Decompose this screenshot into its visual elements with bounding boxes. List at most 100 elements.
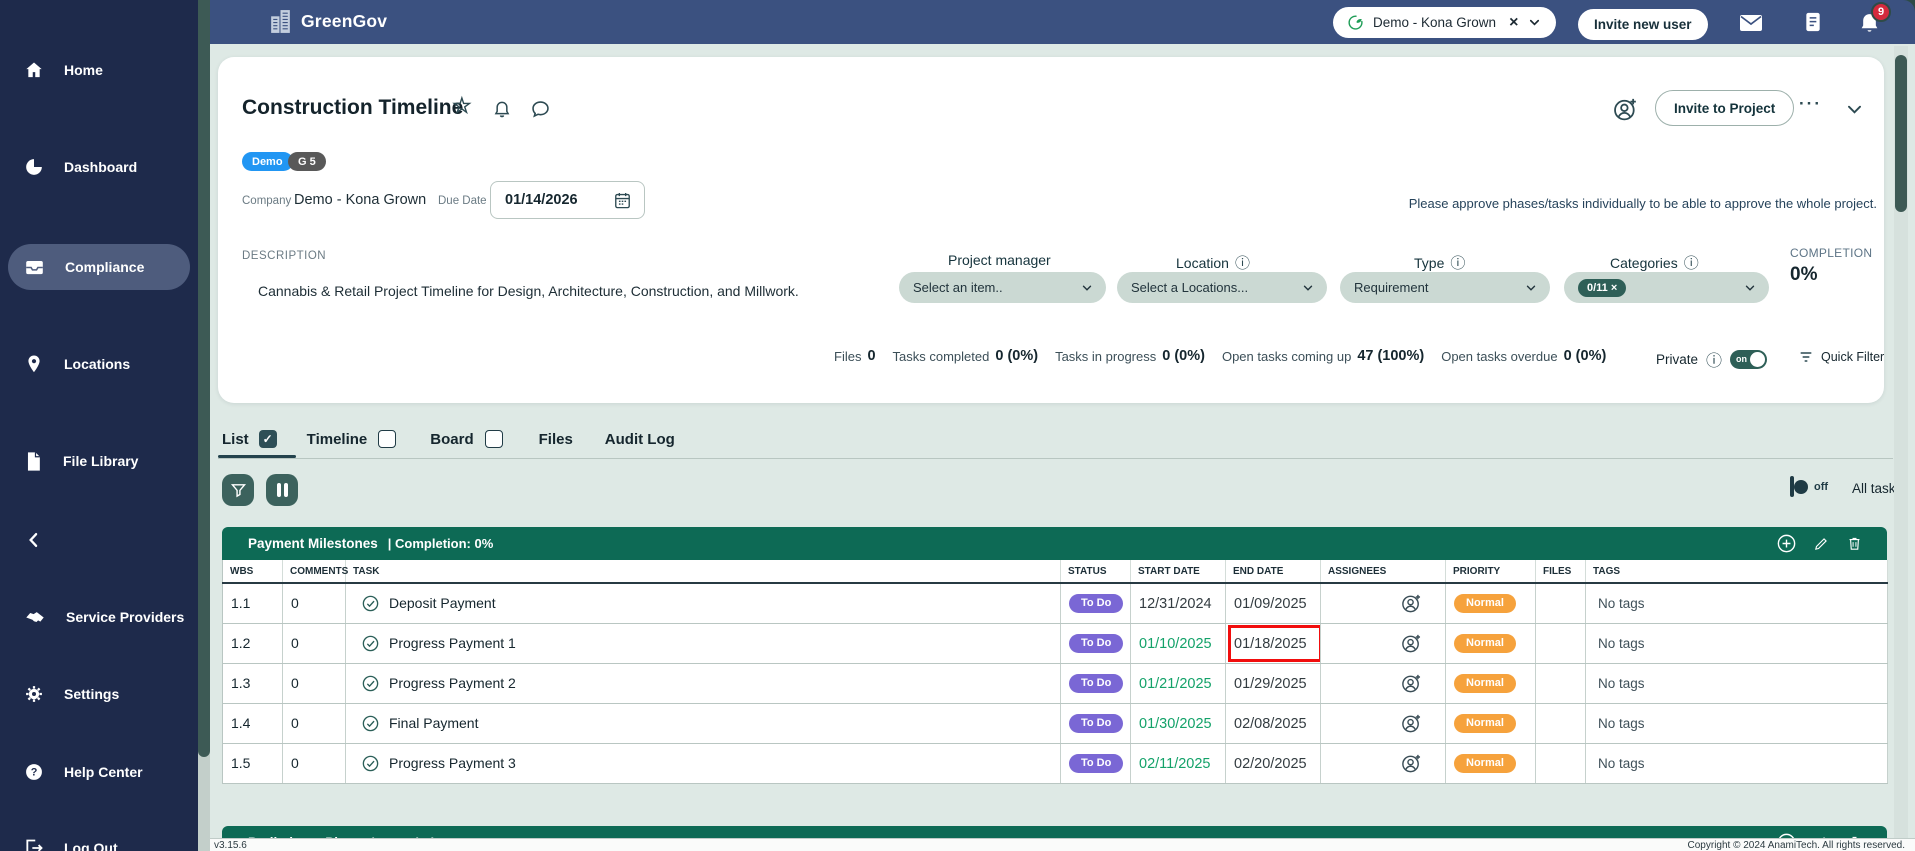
invite-new-user-button[interactable]: Invite new user — [1578, 9, 1708, 40]
task-label[interactable]: Deposit Payment — [389, 595, 496, 611]
subscribe-bell-icon[interactable] — [492, 99, 512, 119]
tab-board[interactable]: Board — [430, 431, 473, 448]
filter-button[interactable] — [222, 474, 254, 506]
start-date-cell[interactable]: 01/10/2025 — [1131, 623, 1226, 663]
tab-timeline-checkbox[interactable] — [378, 430, 396, 448]
notification-count-badge[interactable]: 9 — [1871, 2, 1891, 22]
notes-icon[interactable] — [1803, 11, 1823, 33]
mail-icon[interactable] — [1739, 12, 1763, 32]
due-date-value: 01/14/2026 — [505, 192, 578, 208]
sidebar-item-home[interactable]: Home — [0, 50, 198, 90]
priority-badge[interactable]: Normal — [1454, 594, 1516, 613]
columns-button[interactable] — [266, 474, 298, 506]
end-date-cell[interactable]: 01/18/2025 — [1226, 623, 1321, 663]
type-label: Typeⓘ — [1414, 252, 1465, 273]
status-badge[interactable]: To Do — [1069, 674, 1123, 693]
task-label[interactable]: Progress Payment 2 — [389, 675, 516, 691]
tab-list-checkbox[interactable]: ✓ — [259, 430, 277, 448]
end-date-cell[interactable]: 01/29/2025 — [1226, 663, 1321, 703]
sidebar-item-log-out[interactable]: Log Out — [0, 828, 198, 851]
col-tags: TAGS — [1586, 560, 1888, 583]
assignees-cell — [1321, 583, 1446, 623]
add-assignee-icon[interactable] — [1400, 752, 1423, 775]
add-task-icon[interactable] — [1776, 533, 1797, 554]
end-date-cell[interactable]: 02/20/2025 — [1226, 743, 1321, 783]
tab-audit-log[interactable]: Audit Log — [605, 431, 675, 448]
sidebar-item-help-center[interactable]: ? Help Center — [0, 752, 198, 792]
status-badge[interactable]: To Do — [1069, 634, 1123, 653]
favorite-star-icon[interactable]: ☆ — [452, 95, 472, 117]
sidebar-collapse-button[interactable] — [0, 520, 198, 560]
tab-files[interactable]: Files — [539, 431, 573, 448]
tab-list[interactable]: List — [222, 431, 249, 448]
calendar-icon[interactable] — [613, 191, 632, 210]
location-select[interactable]: Select a Locations... — [1117, 272, 1327, 303]
delete-section-icon[interactable] — [1846, 535, 1863, 552]
sidebar-item-file-library[interactable]: File Library — [0, 441, 198, 481]
invite-to-project-button[interactable]: Invite to Project — [1655, 90, 1794, 126]
start-date-cell[interactable]: 01/21/2025 — [1131, 663, 1226, 703]
add-assignee-icon[interactable] — [1400, 672, 1423, 695]
start-date-cell[interactable]: 12/31/2024 — [1131, 583, 1226, 623]
check-circle-icon[interactable] — [361, 754, 380, 773]
status-badge[interactable]: To Do — [1069, 714, 1123, 733]
add-assignee-icon[interactable] — [1400, 632, 1423, 655]
sidebar-item-dashboard[interactable]: Dashboard — [0, 147, 198, 187]
check-circle-icon[interactable] — [361, 714, 380, 733]
status-badge[interactable]: To Do — [1069, 594, 1123, 613]
priority-cell: Normal — [1446, 583, 1536, 623]
priority-badge[interactable]: Normal — [1454, 674, 1516, 693]
priority-badge[interactable]: Normal — [1454, 754, 1516, 773]
check-circle-icon[interactable] — [361, 674, 380, 693]
due-date-input[interactable]: 01/14/2026 — [490, 181, 645, 219]
edit-section-icon[interactable] — [1813, 535, 1830, 552]
sidebar-item-service-providers[interactable]: Service Providers — [0, 597, 198, 637]
map-pin-icon — [24, 354, 44, 374]
task-cell: Final Payment — [346, 703, 1061, 743]
check-circle-icon[interactable] — [361, 594, 380, 613]
clear-company-icon[interactable]: × — [1509, 14, 1518, 32]
start-date-cell[interactable]: 02/11/2025 — [1131, 743, 1226, 783]
priority-badge[interactable]: Normal — [1454, 634, 1516, 653]
end-date-cell[interactable]: 01/09/2025 — [1226, 583, 1321, 623]
sidebar-scrollbar-thumb[interactable] — [198, 0, 210, 757]
company-selector[interactable]: Demo - Kona Grown × — [1333, 7, 1556, 38]
private-toggle[interactable]: on — [1730, 350, 1767, 369]
info-icon[interactable]: ⓘ — [1706, 347, 1722, 371]
sidebar-item-settings[interactable]: Settings — [0, 674, 198, 714]
add-assignee-icon[interactable] — [1400, 592, 1423, 615]
categories-select[interactable]: 0/11 × — [1564, 272, 1769, 303]
end-date-cell[interactable]: 02/08/2025 — [1226, 703, 1321, 743]
task-label[interactable]: Final Payment — [389, 715, 478, 731]
check-circle-icon[interactable] — [361, 634, 380, 653]
chevron-down-icon[interactable] — [1527, 15, 1542, 30]
task-label[interactable]: Progress Payment 3 — [389, 755, 516, 771]
question-circle-icon: ? — [24, 762, 44, 782]
info-icon[interactable]: ⓘ — [1450, 252, 1465, 273]
all-tasks-toggle[interactable]: off — [1790, 476, 1794, 497]
quick-filter-button[interactable]: Quick Filter — [1798, 349, 1884, 365]
type-select[interactable]: Requirement — [1340, 272, 1550, 303]
task-label[interactable]: Progress Payment 1 — [389, 635, 516, 651]
priority-badge[interactable]: Normal — [1454, 714, 1516, 733]
sidebar-item-compliance[interactable]: Compliance — [0, 247, 198, 287]
g5-badge: G 5 — [288, 152, 326, 171]
project-manager-select[interactable]: Select an item.. — [899, 272, 1106, 303]
add-assignee-icon[interactable] — [1400, 712, 1423, 735]
tab-board-checkbox[interactable] — [485, 430, 503, 448]
start-date-cell[interactable]: 01/30/2025 — [1131, 703, 1226, 743]
company-selector-label: Demo - Kona Grown — [1373, 15, 1496, 30]
status-badge[interactable]: To Do — [1069, 754, 1123, 773]
tab-timeline[interactable]: Timeline — [307, 431, 368, 448]
add-user-to-project-icon[interactable] — [1612, 96, 1639, 123]
categories-chip[interactable]: 0/11 × — [1578, 279, 1626, 297]
collapse-header-chevron-icon[interactable] — [1845, 100, 1864, 119]
page-scrollbar-thumb[interactable] — [1895, 55, 1907, 212]
wbs-cell: 1.1 — [223, 583, 283, 623]
info-icon[interactable]: ⓘ — [1684, 252, 1699, 273]
comments-bubble-icon[interactable] — [530, 99, 551, 120]
more-options-icon[interactable]: ··· — [1799, 94, 1822, 114]
sidebar-item-locations[interactable]: Locations — [0, 344, 198, 384]
info-icon[interactable]: ⓘ — [1235, 252, 1250, 273]
wbs-cell: 1.5 — [223, 743, 283, 783]
